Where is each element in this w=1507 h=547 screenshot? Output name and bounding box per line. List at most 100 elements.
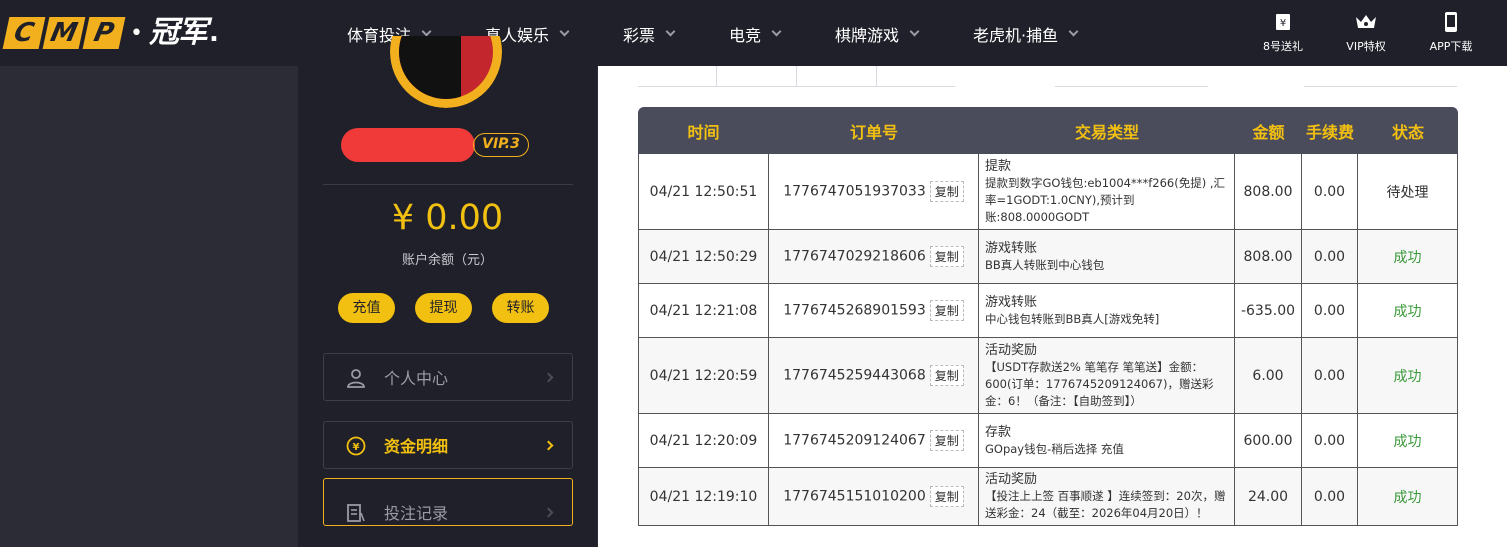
chevron-down-icon <box>909 26 920 37</box>
copy-button[interactable]: 复制 <box>929 246 964 267</box>
cell-status: 成功 <box>1358 284 1458 338</box>
chevron-down-icon <box>559 26 570 37</box>
order-number: 1776745151010200 <box>783 488 926 505</box>
cell-order: 1776745268901593 复制 <box>769 284 979 338</box>
filter-tab[interactable] <box>876 66 956 86</box>
transfer-button[interactable]: 转账 <box>492 293 549 323</box>
copy-button[interactable]: 复制 <box>929 181 964 202</box>
cell-status: 待处理 <box>1358 154 1458 230</box>
cell-order: 1776745209124067 复制 <box>769 414 979 468</box>
top-bar: C M P • 冠军 . 体育投注 真人娱乐 彩票 电竞 棋牌游戏 老虎机·捕鱼… <box>0 0 1507 66</box>
cell-type: 存款 GOpay钱包-稍后选择 充值 <box>979 414 1235 468</box>
avatar-shade <box>399 36 461 99</box>
cell-order: 1776747029218606 复制 <box>769 230 979 284</box>
logo-letter: P <box>82 17 126 49</box>
logo-letter: M <box>42 17 86 49</box>
balance-label: 账户余额（元） <box>401 253 493 268</box>
col-order-header: 订单号 <box>769 107 979 154</box>
vip-badge[interactable]: VIP.3 <box>473 133 529 157</box>
cell-time: 04/21 12:20:59 <box>638 338 769 414</box>
order-number: 1776747029218606 <box>783 248 926 265</box>
table-row: 04/21 12:21:08 1776745268901593 复制 游戏转账 中心… <box>638 284 1458 338</box>
cell-time: 04/21 12:50:51 <box>638 154 769 230</box>
type-filter-field[interactable] <box>1304 86 1457 87</box>
chevron-down-icon <box>1068 26 1079 37</box>
cell-time: 04/21 12:19:10 <box>638 468 769 526</box>
app-download-label: APP下载 <box>1429 40 1473 53</box>
cell-status: 成功 <box>1358 338 1458 414</box>
nav-lottery[interactable]: 彩票 <box>623 22 676 46</box>
sidebar-item-bet-records[interactable]: 投注记录 <box>323 478 573 526</box>
logo-tail: . <box>208 18 219 48</box>
type-title: 游戏转账 <box>985 240 1038 256</box>
cell-type: 提款 提款到数字GO钱包:eb1004***f266(免提) ,汇率=1GODT:… <box>979 154 1235 230</box>
copy-button[interactable]: 复制 <box>929 365 964 386</box>
table-row: 04/21 12:19:10 1776745151010200 复制 活动奖励 【投… <box>638 468 1458 526</box>
copy-button[interactable]: 复制 <box>929 486 964 507</box>
yuan-coin-icon: ¥ <box>346 436 366 456</box>
username-redacted <box>341 128 475 162</box>
type-desc: 提款到数字GO钱包:eb1004***f266(免提) ,汇率=1GODT:1.… <box>985 175 1226 224</box>
date-filter-field[interactable] <box>1055 86 1208 87</box>
filter-tab[interactable] <box>716 66 796 86</box>
cell-amount: 24.00 <box>1235 468 1302 526</box>
col-status-header: 状态 <box>1358 107 1458 154</box>
gift-link[interactable]: ¥ 8号送礼 <box>1243 12 1323 54</box>
cell-fee: 0.00 <box>1302 338 1358 414</box>
table-row: 04/21 12:50:51 1776747051937033 复制 提款 提款到数… <box>638 154 1458 230</box>
vip-link[interactable]: VIP特权 <box>1326 12 1406 54</box>
type-desc: 【USDT存款送2% 笔笔存 笔笔送】金额：600(订单：17767452091… <box>985 359 1214 408</box>
vip-label: VIP特权 <box>1346 40 1386 53</box>
filter-tab[interactable] <box>796 66 876 86</box>
cell-order: 1776745151010200 复制 <box>769 468 979 526</box>
chevron-right-icon <box>543 372 554 383</box>
table-row: 04/21 12:20:09 1776745209124067 复制 存款 GOpa… <box>638 414 1458 468</box>
avatar[interactable] <box>390 36 502 108</box>
sidebar-item-label: 资金明细 <box>384 437 449 456</box>
order-number: 1776745268901593 <box>783 302 926 319</box>
nav-card-games[interactable]: 棋牌游戏 <box>835 22 920 46</box>
nav-esports[interactable]: 电竞 <box>729 22 782 46</box>
chevron-down-icon <box>771 26 782 37</box>
site-logo[interactable]: C M P • 冠军 . <box>2 16 219 50</box>
cell-time: 04/21 12:21:08 <box>638 284 769 338</box>
sidebar-item-fund-details[interactable]: ¥ 资金明细 <box>323 421 573 469</box>
nav-label: 老虎机·捕鱼 <box>973 26 1059 45</box>
svg-text:¥: ¥ <box>353 442 360 453</box>
chevron-down-icon <box>421 26 432 37</box>
withdraw-button[interactable]: 提现 <box>415 293 472 323</box>
chevron-down-icon <box>665 26 676 37</box>
deposit-button[interactable]: 充值 <box>338 293 395 323</box>
cell-amount: 600.00 <box>1235 414 1302 468</box>
sidebar-item-personal-center[interactable]: 个人中心 <box>323 353 573 401</box>
sidebar-item-label: 个人中心 <box>384 369 449 388</box>
logo-letter: C <box>2 17 46 49</box>
user-icon <box>347 369 365 388</box>
copy-button[interactable]: 复制 <box>929 300 964 321</box>
cell-type: 游戏转账 中心钱包转账到BB真人[游戏免转] <box>979 284 1235 338</box>
type-title: 游戏转账 <box>985 294 1038 310</box>
type-title: 活动奖励 <box>985 342 1038 358</box>
col-type-header: 交易类型 <box>979 107 1235 154</box>
order-number: 1776747051937033 <box>783 183 926 200</box>
cell-status: 成功 <box>1358 414 1458 468</box>
type-desc: 【投注上上签 百事顺遂 】连续签到：20次，赠送彩金：24（截至：2026年04… <box>985 489 1226 520</box>
app-download-link[interactable]: APP下载 <box>1411 12 1491 54</box>
cell-fee: 0.00 <box>1302 414 1358 468</box>
fund-details-panel: 时间 订单号 交易类型 金额 手续费 状态 04/21 12:50:51 177… <box>598 66 1507 547</box>
nav-slots-fishing[interactable]: 老虎机·捕鱼 <box>973 22 1079 46</box>
table-row: 04/21 12:20:59 1776745259443068 复制 活动奖励 【U… <box>638 338 1458 414</box>
logo-dot: • <box>130 20 143 46</box>
cell-type: 游戏转账 BB真人转账到中心钱包 <box>979 230 1235 284</box>
cell-time: 04/21 12:20:09 <box>638 414 769 468</box>
cell-fee: 0.00 <box>1302 230 1358 284</box>
cell-type: 活动奖励 【投注上上签 百事顺遂 】连续签到：20次，赠送彩金：24（截至：202… <box>979 468 1235 526</box>
cell-fee: 0.00 <box>1302 154 1358 230</box>
balance-amount: ¥ 0.00 <box>391 198 504 238</box>
copy-button[interactable]: 复制 <box>929 430 964 451</box>
cell-order: 1776745259443068 复制 <box>769 338 979 414</box>
phone-icon <box>1445 12 1457 32</box>
col-amount-header: 金额 <box>1235 107 1302 154</box>
table-row: 04/21 12:50:29 1776747029218606 复制 游戏转账 BB… <box>638 230 1458 284</box>
col-time-header: 时间 <box>638 107 769 154</box>
